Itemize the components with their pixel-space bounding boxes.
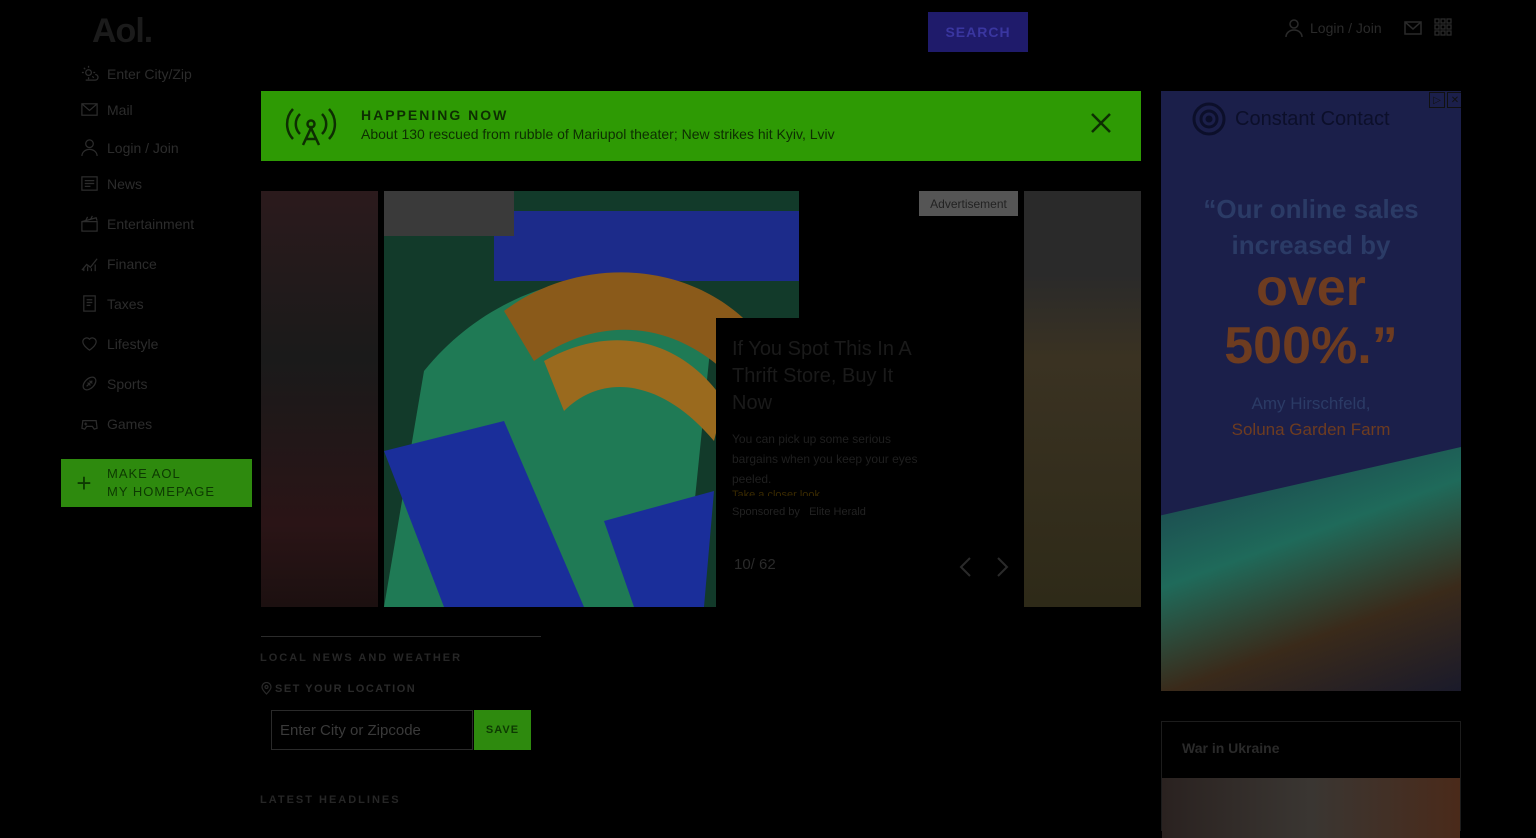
- banner-headline[interactable]: About 130 rescued from rubble of Mariupo…: [361, 126, 835, 142]
- chart-icon: [81, 258, 98, 272]
- user-icon: [81, 139, 98, 157]
- constant-contact-logo-icon: [1192, 102, 1226, 136]
- broadcast-tower-icon: [285, 105, 337, 152]
- latest-headlines-heading: LATEST HEADLINES: [260, 794, 401, 806]
- sidebar-item-label: Games: [107, 415, 153, 432]
- zipcode-input[interactable]: [271, 710, 473, 750]
- aol-logo[interactable]: Aol.: [92, 12, 153, 51]
- sidebar-item-label: Taxes: [107, 295, 144, 312]
- make-homepage-label: MAKE AOL MY HOMEPAGE: [107, 466, 216, 499]
- header-mail-icon[interactable]: [1404, 20, 1422, 41]
- plus-icon: +: [76, 467, 92, 498]
- make-homepage-button[interactable]: + MAKE AOL MY HOMEPAGE: [61, 459, 252, 507]
- ad-close-icon[interactable]: ✕: [1447, 92, 1461, 108]
- save-location-button[interactable]: SAVE: [474, 710, 531, 750]
- display-advertisement[interactable]: ▷ ✕ Constant Contact “Our online sales in…: [1161, 91, 1461, 691]
- location-pin-icon: [261, 682, 272, 695]
- sidebar-item-label: News: [107, 175, 143, 192]
- news-icon: [81, 176, 98, 191]
- ad-quote: “Our online sales increased by: [1203, 194, 1419, 260]
- ad-person-name: Amy Hirschfeld,: [1251, 394, 1371, 413]
- sidebar-item-label: Sports: [107, 375, 148, 392]
- document-icon: [83, 295, 96, 312]
- module-image[interactable]: [1162, 778, 1460, 838]
- sidebar-item-entertainment[interactable]: Entertainment: [80, 214, 194, 233]
- sidebar-item-lifestyle[interactable]: Lifestyle: [80, 334, 158, 353]
- slide-counter: 10/ 62: [734, 556, 776, 573]
- close-icon[interactable]: [1089, 111, 1113, 140]
- sidebar-item-mail[interactable]: Mail: [80, 100, 133, 119]
- sidebar-item-label: Enter City/Zip: [107, 65, 192, 82]
- war-in-ukraine-module[interactable]: War in Ukraine: [1161, 721, 1461, 838]
- header-login-link[interactable]: Login / Join: [1284, 18, 1382, 38]
- sidebar-item-news[interactable]: News: [80, 174, 142, 193]
- sidebar-item-taxes[interactable]: Taxes: [80, 294, 144, 313]
- clapper-icon: [81, 215, 98, 232]
- sidebar-item-label: Lifestyle: [107, 335, 159, 352]
- sponsored-by: Sponsored by Elite Herald: [732, 506, 866, 518]
- heart-icon: [82, 337, 97, 351]
- ad-business-name: Soluna Garden Farm: [1231, 420, 1391, 439]
- chevron-right-icon[interactable]: [994, 556, 1010, 583]
- header-login-label: Login / Join: [1310, 20, 1382, 36]
- adchoices-controls[interactable]: ▷ ✕: [1429, 92, 1461, 108]
- local-news-heading: LOCAL NEWS AND WEATHER: [260, 652, 463, 664]
- football-icon: [82, 376, 97, 391]
- banner-kicker: HAPPENING NOW: [361, 107, 509, 123]
- sidebar-item-login[interactable]: Login / Join: [80, 138, 179, 157]
- gamepad-icon: [81, 420, 98, 430]
- mail-icon: [81, 103, 98, 116]
- carousel-caption-card[interactable]: If You Spot This In A Thrift Store, Buy …: [716, 318, 940, 607]
- sidebar-item-weather[interactable]: Enter City/Zip: [80, 64, 192, 83]
- slide-cta-link[interactable]: Take a closer look: [732, 489, 820, 496]
- carousel-next-slide-image[interactable]: [1024, 191, 1141, 607]
- ad-photo: [1161, 447, 1461, 691]
- chevron-left-icon[interactable]: [958, 556, 974, 583]
- slide-description: You can pick up some serious bargains wh…: [732, 432, 918, 486]
- sidebar-item-sports[interactable]: Sports: [80, 374, 147, 393]
- sidebar-item-games[interactable]: Games: [80, 414, 152, 433]
- advertisement-label: Advertisement: [919, 191, 1018, 216]
- section-divider: [261, 636, 541, 637]
- adchoices-icon[interactable]: ▷: [1429, 92, 1445, 108]
- sidebar-item-label: Mail: [107, 101, 133, 118]
- ad-brand: Constant Contact: [1191, 101, 1390, 137]
- module-title[interactable]: War in Ukraine: [1182, 740, 1280, 756]
- apps-grid-icon[interactable]: [1434, 18, 1452, 41]
- search-button[interactable]: SEARCH: [928, 12, 1028, 52]
- sponsor-name[interactable]: Elite Herald: [809, 506, 866, 518]
- sidebar-item-finance[interactable]: Finance: [80, 254, 157, 273]
- set-location-label: SET YOUR LOCATION: [261, 682, 416, 695]
- sidebar-item-label: Entertainment: [107, 215, 195, 232]
- carousel-prev-slide-image[interactable]: [261, 191, 378, 607]
- breaking-news-banner[interactable]: HAPPENING NOW About 130 rescued from rub…: [261, 91, 1141, 161]
- ad-quote-highlight: over 500%.”: [1224, 259, 1398, 375]
- sidebar-item-label: Finance: [107, 255, 157, 272]
- user-icon: [1285, 19, 1303, 38]
- sidebar-item-label: Login / Join: [107, 139, 179, 156]
- slide-title[interactable]: If You Spot This In A Thrift Store, Buy …: [732, 336, 932, 417]
- weather-icon: [81, 65, 99, 81]
